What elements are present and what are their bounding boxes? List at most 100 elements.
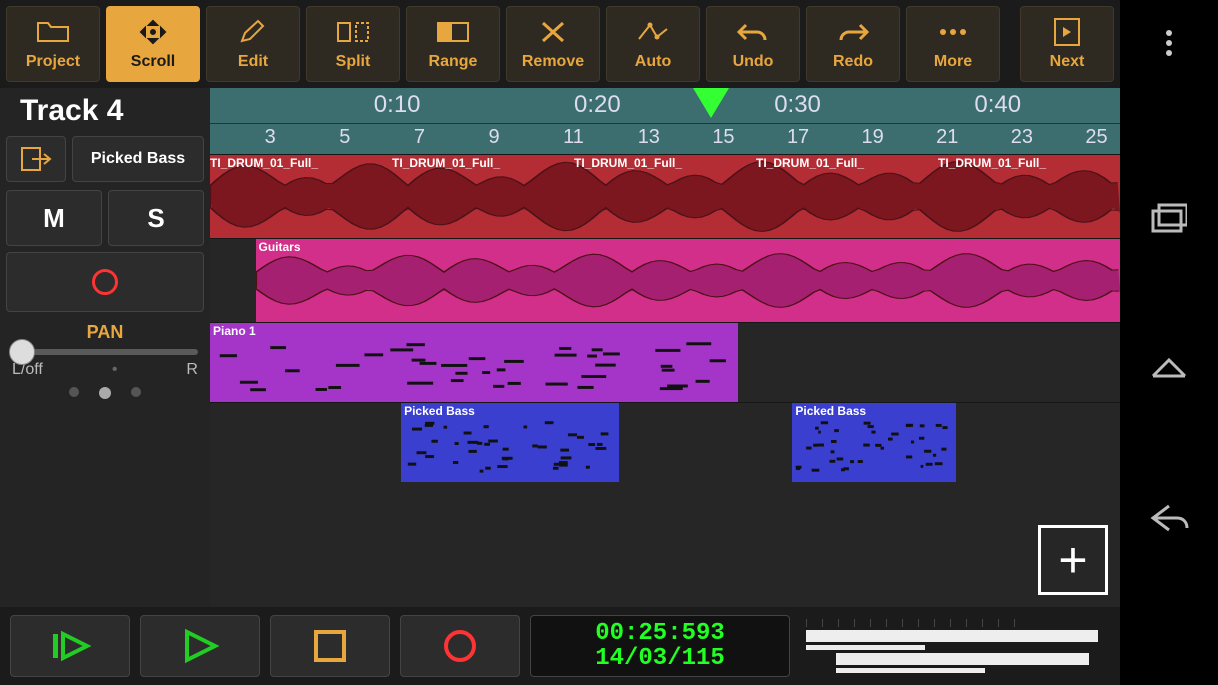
bar-tick: 23: [1011, 126, 1033, 149]
tool-more[interactable]: More: [906, 6, 1000, 82]
track-panel: Track 4 Picked Bass M S PAN: [0, 88, 210, 607]
tool-split-label: Split: [336, 53, 371, 71]
menu-dots-icon: [1166, 30, 1172, 56]
meter-bar-1: [806, 630, 1098, 642]
track-row[interactable]: Piano 1: [210, 322, 1120, 402]
scroll-icon: [136, 17, 170, 47]
bar-tick: 7: [414, 126, 425, 149]
tool-next[interactable]: Next: [1020, 6, 1114, 82]
android-home-button[interactable]: [1144, 343, 1194, 393]
split-icon: [336, 17, 370, 47]
back-icon: [1149, 502, 1189, 534]
clip-label: TI_DRUM_01_Full_: [392, 156, 500, 170]
bar-tick: 25: [1085, 126, 1107, 149]
tool-range-label: Range: [429, 53, 478, 71]
more-icon: [938, 17, 968, 47]
time-tick: 0:30: [774, 91, 821, 119]
time-ruler[interactable]: 0:10 0:20 0:30 0:40: [210, 88, 1120, 124]
record-button[interactable]: [400, 615, 520, 677]
clip-label: TI_DRUM_01_Full_: [210, 156, 318, 170]
track-output-button[interactable]: [6, 136, 66, 182]
track-row[interactable]: Picked Bass Picked Bass: [210, 402, 1120, 482]
tool-project-label: Project: [26, 53, 80, 71]
time-tick: 0:10: [374, 91, 421, 119]
bar-tick: 15: [712, 126, 734, 149]
tool-auto[interactable]: Auto: [606, 6, 700, 82]
tool-project[interactable]: Project: [6, 6, 100, 82]
meter-bar-3: [836, 653, 1089, 665]
timeline[interactable]: 0:100:200:300:40 35791113151719212325 TI…: [210, 88, 1120, 607]
tool-edit-label: Edit: [238, 53, 268, 71]
stop-button[interactable]: [270, 615, 390, 677]
clip[interactable]: Picked Bass: [401, 403, 619, 482]
tracks-area[interactable]: TI_DRUM_01_Full_ TI_DRUM_01_Full_ TI_DRUM_…: [210, 154, 1120, 607]
android-recent-button[interactable]: [1144, 193, 1194, 243]
playhead-icon[interactable]: [693, 88, 729, 118]
timecode-value: 00:25:593: [595, 621, 725, 646]
bar-tick: 9: [488, 126, 499, 149]
tool-undo[interactable]: Undo: [706, 6, 800, 82]
transport-bar: 00:25:593 14/03/115: [0, 607, 1120, 685]
panel-page-indicator[interactable]: [0, 387, 210, 399]
position-value: 14/03/115: [595, 646, 725, 671]
clip[interactable]: TI_DRUM_01_Full_ TI_DRUM_01_Full_ TI_DRUM_…: [210, 155, 1120, 238]
range-icon: [436, 17, 470, 47]
add-track-button[interactable]: +: [1038, 525, 1108, 595]
meter-bar-2: [806, 645, 925, 650]
pan-thumb[interactable]: [9, 339, 35, 365]
tool-range[interactable]: Range: [406, 6, 500, 82]
clip-label: TI_DRUM_01_Full_: [574, 156, 682, 170]
tool-remove[interactable]: Remove: [506, 6, 600, 82]
clip-label: TI_DRUM_01_Full_: [756, 156, 864, 170]
bar-tick: 11: [563, 126, 584, 149]
tool-remove-label: Remove: [522, 53, 584, 71]
remove-icon: [539, 17, 567, 47]
tool-scroll-label: Scroll: [131, 53, 175, 71]
android-menu-button[interactable]: [1144, 18, 1194, 68]
bar-tick: 19: [862, 126, 884, 149]
pan-label: PAN: [0, 322, 210, 343]
selected-track-title: Track 4: [20, 94, 210, 128]
track-row[interactable]: TI_DRUM_01_Full_ TI_DRUM_01_Full_ TI_DRUM_…: [210, 154, 1120, 238]
solo-button[interactable]: S: [108, 190, 204, 246]
android-back-button[interactable]: [1144, 493, 1194, 543]
track-row[interactable]: Guitars: [210, 238, 1120, 322]
track-name-label: Picked Bass: [91, 150, 185, 168]
tool-redo[interactable]: Redo: [806, 6, 900, 82]
next-icon: [1053, 17, 1081, 47]
recent-apps-icon: [1151, 203, 1187, 233]
bar-tick: 3: [265, 126, 276, 149]
mute-button[interactable]: M: [6, 190, 102, 246]
toolbar: Project Scroll Edit Split Range Remove: [0, 0, 1120, 88]
track-name-button[interactable]: Picked Bass: [72, 136, 204, 182]
play-from-start-button[interactable]: [10, 615, 130, 677]
timecode-display[interactable]: 00:25:593 14/03/115: [530, 615, 790, 677]
auto-icon: [636, 17, 670, 47]
redo-icon: [836, 17, 870, 47]
undo-icon: [736, 17, 770, 47]
pencil-icon: [238, 17, 268, 47]
clip[interactable]: Piano 1: [210, 323, 738, 402]
time-tick: 0:20: [574, 91, 621, 119]
tool-undo-label: Undo: [733, 53, 774, 71]
clip-label: Picked Bass: [404, 404, 475, 418]
output-icon: [20, 146, 52, 172]
tool-next-label: Next: [1050, 53, 1085, 71]
bar-tick: 21: [936, 126, 958, 149]
tool-scroll[interactable]: Scroll: [106, 6, 200, 82]
clip[interactable]: Guitars: [256, 239, 1121, 322]
clip[interactable]: Picked Bass: [792, 403, 956, 482]
bar-tick: 13: [638, 126, 660, 149]
pan-slider[interactable]: [12, 349, 198, 355]
android-nav-bar: [1120, 0, 1218, 685]
bar-tick: 17: [787, 126, 809, 149]
tool-split[interactable]: Split: [306, 6, 400, 82]
bar-ruler[interactable]: 35791113151719212325: [210, 124, 1120, 154]
plus-icon: +: [1058, 531, 1087, 589]
tool-edit[interactable]: Edit: [206, 6, 300, 82]
tool-auto-label: Auto: [635, 53, 671, 71]
play-button[interactable]: [140, 615, 260, 677]
record-arm-button[interactable]: [6, 252, 204, 312]
clip-label: Picked Bass: [795, 404, 866, 418]
time-tick: 0:40: [974, 91, 1021, 119]
